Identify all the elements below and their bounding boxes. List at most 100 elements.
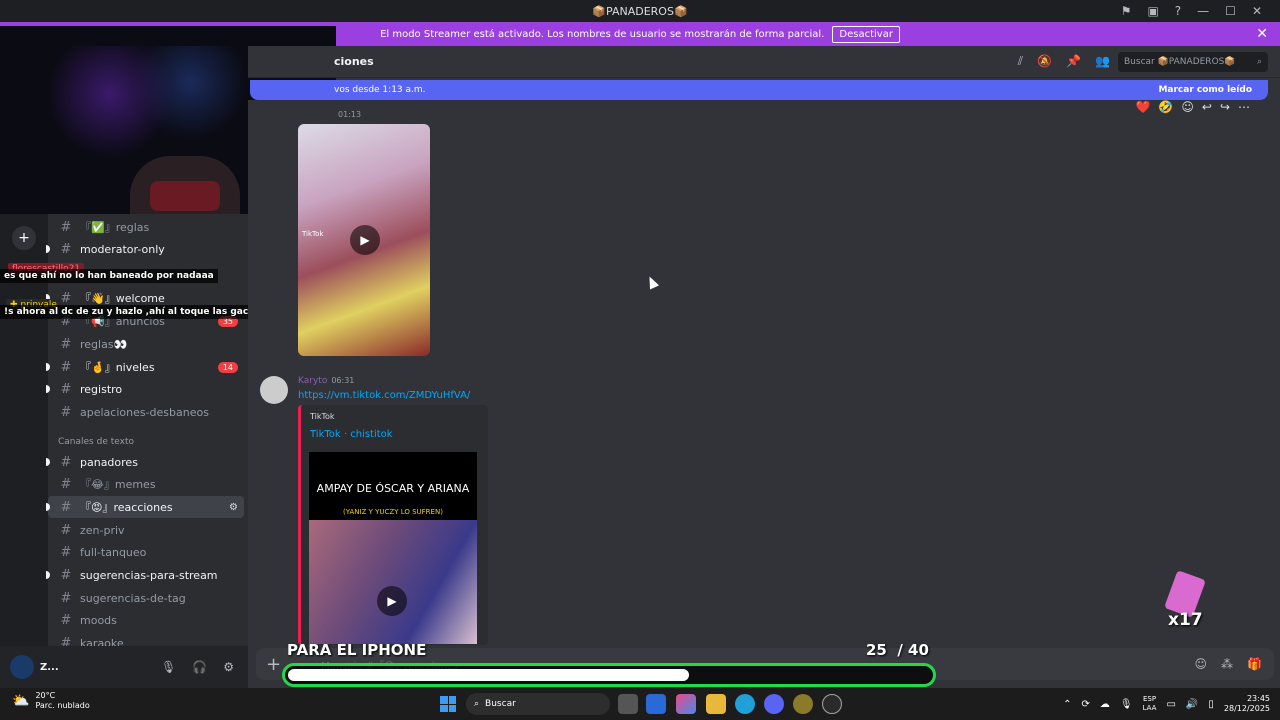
hash-icon: # [60,544,72,560]
emoji-icon[interactable]: ☺ [1195,657,1208,671]
message-time: 01:13 [338,110,362,119]
discord-icon[interactable] [764,694,784,714]
sidebar-channel[interactable]: # 『😡』reacciones ⚙ [46,496,244,518]
cloud-icon[interactable]: ☁ [1100,699,1110,710]
chat-message: es que ahí no lo han baneado por nadaaa [0,269,218,283]
sidebar-channel[interactable]: # panadores [46,451,244,473]
sidebar-channel[interactable]: # full-tanqueo [48,541,244,563]
language-indicator[interactable]: ESP LAA [1143,695,1157,713]
gift-icon[interactable]: 🎁 [1247,657,1262,671]
sidebar-channel[interactable]: # 『😂』memes [48,473,244,495]
sidebar-channel[interactable]: # moods [48,609,244,631]
message-link[interactable]: https://vm.tiktok.com/ZMDYuHfVA/ [298,390,470,401]
cam-background [50,46,250,166]
goal-progress-fill [288,669,689,681]
forward-icon[interactable]: ↪ [1220,100,1230,114]
laugh-reaction[interactable]: 🤣 [1158,100,1173,114]
battery-icon[interactable]: ▯ [1208,699,1214,710]
mute-icon[interactable]: 🔕 [1037,54,1052,69]
hash-icon: # [60,476,72,492]
help-icon[interactable]: ? [1175,4,1181,18]
network-icon[interactable]: ▭ [1166,699,1175,710]
goal-count: 25 / 40 [866,641,929,659]
sidebar-channel[interactable]: # 『✅』reglas [48,216,244,238]
sync-icon[interactable]: ⟳ [1082,699,1090,710]
store-icon[interactable] [646,694,666,714]
avatar[interactable] [260,376,288,404]
inbox-icon[interactable]: ⚑ [1121,4,1132,18]
minimize-button[interactable]: — [1197,4,1209,18]
window-title: 📦PANADEROS📦 [592,4,688,18]
chevron-up-icon[interactable]: ⌃ [1063,699,1071,710]
members-icon[interactable]: 👥 [1095,54,1110,69]
obs-icon[interactable] [822,694,842,714]
embed-thumbnail[interactable]: AMPAY DE ÓSCAR Y ARIANA (YANIZ Y YUCZY L… [309,452,477,644]
sidebar-channel[interactable]: # 『🤞』niveles 14 [46,356,244,378]
new-messages-bar[interactable]: vos desde 1:13 a.m. Marcar como leído [250,80,1268,100]
microphone-icon[interactable]: 🎙 [161,660,176,674]
sidebar-channel[interactable]: # sugerencias-para-stream [46,564,244,586]
message-author[interactable]: Karyto 06:31 [298,376,354,386]
mention-badge: 14 [217,361,238,373]
maximize-button[interactable]: ☐ [1225,4,1236,18]
hash-icon: # [60,359,72,375]
close-window-button[interactable]: ✕ [1252,4,1262,18]
start-button[interactable] [440,696,456,712]
title-bar: 📦PANADEROS📦 ⚑ ▣ ? — ☐ ✕ [0,0,1280,22]
sidebar-channel[interactable]: # sugerencias-de-tag [48,587,244,609]
edge-icon[interactable] [735,694,755,714]
video-attachment[interactable]: TikTok ▶ [298,124,430,356]
taskbar-search[interactable]: ⌕ Buscar [466,693,610,715]
hash-icon: # [60,336,72,352]
hash-icon: # [60,404,72,420]
message-actions: ❤️ 🤣 ☺ ↩ ↪ ⋯ [1135,100,1250,114]
headphones-icon[interactable]: 🎧 [192,660,207,674]
deactivate-button[interactable]: Desactivar [832,25,900,43]
hash-icon: # [60,590,72,606]
clock[interactable]: 23:45 28/12/2025 [1224,694,1270,714]
more-icon[interactable]: ⋯ [1238,100,1250,114]
app-icon[interactable] [793,694,813,714]
category-header[interactable]: Canales de texto [58,437,134,447]
folder-icon[interactable] [706,694,726,714]
add-reaction-icon[interactable]: ☺ [1181,100,1194,114]
apps-icon[interactable]: ⁂ [1221,657,1233,671]
pin-icon[interactable]: 📌 [1066,54,1081,69]
add-server-icon[interactable]: + [12,226,36,250]
gear-icon[interactable]: ⚙ [229,502,238,513]
streamer-mask [150,181,220,211]
copilot-icon[interactable] [676,694,696,714]
embed-title[interactable]: TikTok · chistitok [310,429,393,440]
hash-icon: # [60,454,72,470]
screen-icon[interactable]: ▣ [1147,4,1158,18]
threads-icon[interactable]: ⫽ [1018,54,1023,69]
weather-widget[interactable]: ⛅ 20°C Parc. nublado [12,691,90,711]
close-icon[interactable]: ✕ [1256,26,1268,42]
hash-icon: # [60,241,72,257]
system-tray: ⌃ ⟳ ☁ 🎙 ESP LAA ▭ 🔊 ▯ 23:45 28/12/2025 [1063,688,1280,720]
play-icon[interactable]: ▶ [350,225,380,255]
user-name[interactable]: Z... [40,662,59,673]
play-icon[interactable]: ▶ [377,586,407,616]
add-attachment-icon[interactable]: + [266,654,281,675]
embed-provider: TikTok [310,412,335,421]
mic-icon[interactable]: 🎙 [1120,699,1133,710]
heart-reaction[interactable]: ❤️ [1135,100,1150,114]
unread-indicator [46,458,50,466]
unread-indicator [46,385,50,393]
sidebar-channel[interactable]: # zen-priv [48,519,244,541]
goal-label: PARA EL IPHONE [287,641,427,659]
sidebar-channel[interactable]: # reglas👀 [48,333,244,355]
mark-read-button[interactable]: Marcar como leído [1158,85,1252,95]
sidebar-channel[interactable]: # apelaciones-desbaneos [48,401,244,423]
reply-icon[interactable]: ↩ [1202,100,1212,114]
channel-title: ciones [334,55,374,68]
sidebar-channel[interactable]: # registro [46,378,244,400]
task-view-icon[interactable] [618,694,638,714]
thumbnail-subtext: (YANIZ Y YUCZY LO SUFREN) [343,508,443,516]
gear-icon[interactable]: ⚙ [223,660,234,674]
hash-icon: # [60,219,72,235]
search-input[interactable]: Buscar 📦PANADEROS📦 ⌕ [1118,51,1268,72]
avatar[interactable] [10,655,34,679]
volume-icon[interactable]: 🔊 [1186,699,1198,710]
